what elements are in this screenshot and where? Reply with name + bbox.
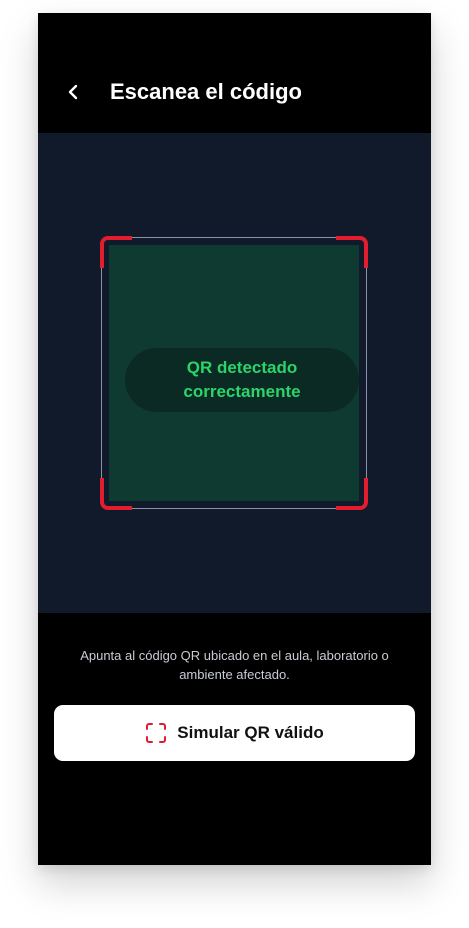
camera-viewfinder: QR detectado correctamente <box>38 133 431 613</box>
scan-area: QR detectado correctamente <box>109 245 359 501</box>
phone-screen: Escanea el código QR detectado correctam… <box>38 13 431 865</box>
scan-frame-icon <box>145 722 167 744</box>
scan-corner-bottom-left <box>100 478 132 510</box>
qr-detected-status: QR detectado correctamente <box>125 348 359 412</box>
scan-corner-top-right <box>336 236 368 268</box>
scan-corner-bottom-right <box>336 478 368 510</box>
scan-instructions: Apunta al código QR ubicado en el aula, … <box>80 648 389 682</box>
page-title: Escanea el código <box>110 79 302 104</box>
header: Escanea el código <box>38 13 431 133</box>
simulate-qr-button[interactable]: Simular QR válido <box>54 705 415 761</box>
scan-corner-top-left <box>100 236 132 268</box>
chevron-left-icon <box>68 84 78 100</box>
scan-frame: QR detectado correctamente <box>100 236 368 510</box>
simulate-qr-label: Simular QR válido <box>177 723 324 742</box>
back-button[interactable] <box>60 77 88 107</box>
